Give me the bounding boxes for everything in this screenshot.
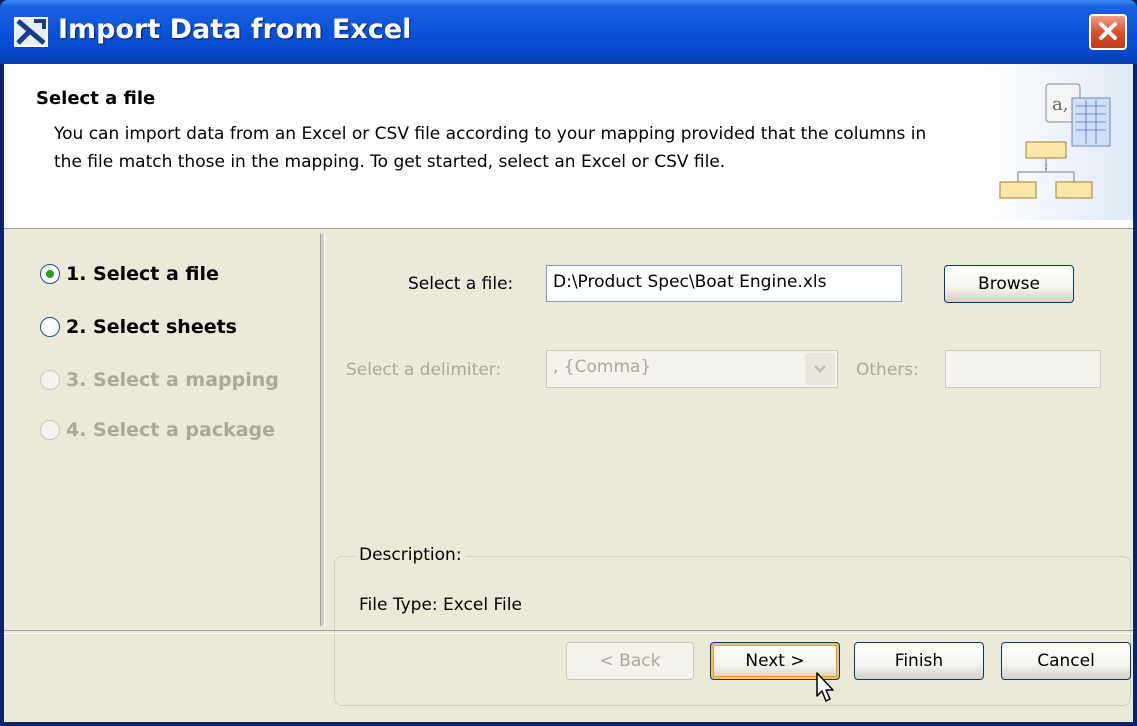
header-title: Select a file — [36, 88, 156, 109]
description-legend: Description: — [355, 545, 466, 565]
window-title: Import Data from Excel — [58, 14, 412, 45]
radio-icon[interactable] — [40, 264, 60, 284]
back-button: < Back — [566, 642, 694, 680]
dialog-window: Import Data from Excel Select a file You… — [0, 0, 1137, 726]
step-select-sheets[interactable]: 2. Select sheets — [40, 313, 237, 341]
chevron-down-icon — [805, 353, 835, 385]
cancel-button[interactable]: Cancel — [1001, 642, 1131, 680]
mouse-pointer-icon — [816, 672, 834, 702]
step-select-package: 4. Select a package — [40, 416, 275, 444]
close-icon — [1099, 22, 1117, 40]
step-label: 1. Select a file — [66, 263, 219, 285]
file-type-text: File Type: Excel File — [359, 595, 522, 615]
file-label: Select a file: — [408, 274, 514, 294]
footer-divider — [4, 630, 1133, 634]
panel-divider — [320, 234, 325, 626]
close-button[interactable] — [1089, 14, 1127, 50]
step-label: 2. Select sheets — [66, 316, 237, 338]
file-path-input[interactable]: D:\Product Spec\Boat Engine.xls — [546, 265, 902, 302]
steps-panel: 1. Select a file 2. Select sheets 3. Sel… — [4, 230, 320, 628]
finish-button[interactable]: Finish — [854, 642, 984, 680]
dialog-client-area: Select a file You can import data from a… — [4, 64, 1133, 722]
radio-icon — [40, 370, 60, 390]
step-label: 3. Select a mapping — [66, 369, 279, 391]
title-bar[interactable]: Import Data from Excel — [0, 0, 1137, 64]
import-excel-icon — [14, 17, 48, 47]
wizard-header: Select a file You can import data from a… — [4, 64, 1133, 229]
step-label: 4. Select a package — [66, 419, 276, 441]
browse-button[interactable]: Browse — [944, 265, 1074, 303]
others-input — [945, 350, 1101, 388]
others-label: Others: — [856, 360, 919, 380]
data-mapping-icon: a, — [999, 83, 1111, 199]
radio-icon[interactable] — [40, 317, 60, 337]
delimiter-label: Select a delimiter: — [346, 360, 502, 380]
svg-text:a,: a, — [1052, 94, 1068, 115]
step-select-mapping: 3. Select a mapping — [40, 366, 279, 394]
delimiter-value: , {Comma} — [553, 357, 652, 377]
radio-icon — [40, 420, 60, 440]
header-description: You can import data from an Excel or CSV… — [54, 124, 927, 172]
delimiter-select: , {Comma} — [546, 350, 838, 388]
step-select-file[interactable]: 1. Select a file — [40, 260, 219, 288]
